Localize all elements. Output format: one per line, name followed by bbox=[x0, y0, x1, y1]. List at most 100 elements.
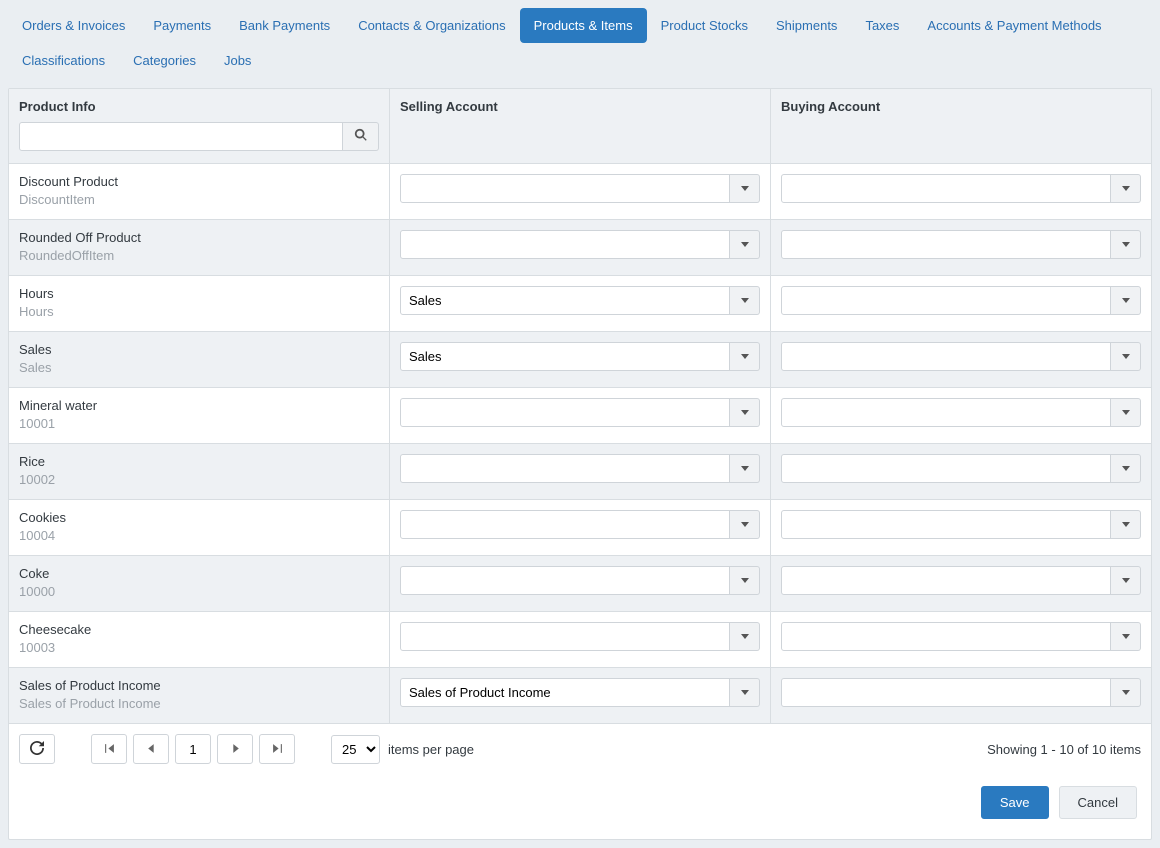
buying-account-input[interactable] bbox=[781, 398, 1111, 427]
buying-account-dropdown-button[interactable] bbox=[1111, 398, 1141, 427]
cancel-button[interactable]: Cancel bbox=[1059, 786, 1137, 819]
buying-account-input[interactable] bbox=[781, 510, 1111, 539]
tab-products-items[interactable]: Products & Items bbox=[520, 8, 647, 43]
tab-categories[interactable]: Categories bbox=[119, 43, 210, 78]
tab-contacts-organizations[interactable]: Contacts & Organizations bbox=[344, 8, 519, 43]
buying-account-dropdown-button[interactable] bbox=[1111, 342, 1141, 371]
selling-account-dropdown-button[interactable] bbox=[730, 678, 760, 707]
selling-account-input[interactable] bbox=[400, 454, 730, 483]
selling-account-dropdown-button[interactable] bbox=[730, 342, 760, 371]
selling-account-dropdown-button[interactable] bbox=[730, 622, 760, 651]
buying-account-dropdown-button[interactable] bbox=[1111, 174, 1141, 203]
selling-account-dropdown-button[interactable] bbox=[730, 454, 760, 483]
table-row: Rice 10002 bbox=[9, 444, 1151, 500]
buying-account-input[interactable] bbox=[781, 286, 1111, 315]
selling-account-input[interactable] bbox=[400, 678, 730, 707]
table-row: Mineral water10001 bbox=[9, 388, 1151, 444]
buying-account-dropdown-button[interactable] bbox=[1111, 622, 1141, 651]
selling-account-input[interactable] bbox=[400, 622, 730, 651]
tab-accounts-payment-methods[interactable]: Accounts & Payment Methods bbox=[913, 8, 1115, 43]
table-row: Sales Sales bbox=[9, 332, 1151, 388]
save-button[interactable]: Save bbox=[981, 786, 1049, 819]
tab-product-stocks[interactable]: Product Stocks bbox=[647, 8, 762, 43]
tab-orders-invoices[interactable]: Orders & Invoices bbox=[8, 8, 139, 43]
product-name: Rice bbox=[19, 454, 379, 469]
col-header-selling-account: Selling Account bbox=[400, 99, 760, 114]
search-button[interactable] bbox=[343, 122, 379, 151]
product-sub: Sales bbox=[19, 360, 379, 375]
search-icon bbox=[354, 128, 368, 145]
selling-account-input[interactable] bbox=[400, 230, 730, 259]
chevron-down-icon bbox=[741, 690, 749, 695]
tab-jobs[interactable]: Jobs bbox=[210, 43, 265, 78]
chevron-down-icon bbox=[741, 634, 749, 639]
product-name: Rounded Off Product bbox=[19, 230, 379, 245]
selling-account-input[interactable] bbox=[400, 566, 730, 595]
table-row: Rounded Off Product RoundedOffItem bbox=[9, 220, 1151, 276]
items-per-page-label: items per page bbox=[388, 742, 474, 757]
chevron-down-icon bbox=[1122, 578, 1130, 583]
selling-account-input[interactable] bbox=[400, 342, 730, 371]
buying-account-dropdown-button[interactable] bbox=[1111, 230, 1141, 259]
product-name: Mineral water bbox=[19, 398, 379, 413]
product-search-input[interactable] bbox=[19, 122, 343, 151]
buying-account-dropdown-button[interactable] bbox=[1111, 286, 1141, 315]
chevron-down-icon bbox=[1122, 242, 1130, 247]
pager-last-button[interactable] bbox=[259, 734, 295, 764]
selling-account-dropdown-button[interactable] bbox=[730, 510, 760, 539]
tab-taxes[interactable]: Taxes bbox=[851, 8, 913, 43]
pager-first-icon bbox=[104, 742, 115, 757]
tab-shipments[interactable]: Shipments bbox=[762, 8, 851, 43]
buying-account-input[interactable] bbox=[781, 622, 1111, 651]
buying-account-input[interactable] bbox=[781, 230, 1111, 259]
buying-account-input[interactable] bbox=[781, 454, 1111, 483]
tab-bank-payments[interactable]: Bank Payments bbox=[225, 8, 344, 43]
table-row: Cookies10004 bbox=[9, 500, 1151, 556]
showing-label: Showing 1 - 10 of 10 items bbox=[987, 742, 1141, 757]
selling-account-dropdown-button[interactable] bbox=[730, 230, 760, 259]
product-name: Sales bbox=[19, 342, 379, 357]
selling-account-input[interactable] bbox=[400, 174, 730, 203]
refresh-button[interactable] bbox=[19, 734, 55, 764]
items-per-page-select[interactable]: 25 bbox=[331, 735, 380, 764]
selling-account-dropdown-button[interactable] bbox=[730, 174, 760, 203]
table-row: Discount ProductDiscountItem bbox=[9, 164, 1151, 220]
chevron-down-icon bbox=[1122, 690, 1130, 695]
product-sub: RoundedOffItem bbox=[19, 248, 379, 263]
selling-account-dropdown-button[interactable] bbox=[730, 398, 760, 427]
chevron-down-icon bbox=[741, 522, 749, 527]
buying-account-dropdown-button[interactable] bbox=[1111, 510, 1141, 539]
pager-page-input[interactable] bbox=[175, 734, 211, 764]
buying-account-dropdown-button[interactable] bbox=[1111, 454, 1141, 483]
chevron-down-icon bbox=[1122, 298, 1130, 303]
chevron-down-icon bbox=[741, 354, 749, 359]
product-name: Hours bbox=[19, 286, 379, 301]
chevron-down-icon bbox=[741, 298, 749, 303]
selling-account-input[interactable] bbox=[400, 286, 730, 315]
table-footer: 25 items per page Showing 1 - 10 of 10 i… bbox=[9, 724, 1151, 774]
pager-prev-icon bbox=[146, 742, 157, 757]
table-row: Cheesecake10003 bbox=[9, 612, 1151, 668]
pager-prev-button[interactable] bbox=[133, 734, 169, 764]
buying-account-input[interactable] bbox=[781, 174, 1111, 203]
tab-classifications[interactable]: Classifications bbox=[8, 43, 119, 78]
chevron-down-icon bbox=[1122, 354, 1130, 359]
buying-account-input[interactable] bbox=[781, 678, 1111, 707]
buying-account-input[interactable] bbox=[781, 566, 1111, 595]
products-panel: Product Info Selling Account Buying Acco… bbox=[8, 88, 1152, 840]
tab-payments[interactable]: Payments bbox=[139, 8, 225, 43]
col-header-buying-account: Buying Account bbox=[781, 99, 1141, 114]
product-sub: 10002 bbox=[19, 472, 379, 487]
selling-account-dropdown-button[interactable] bbox=[730, 286, 760, 315]
pager-first-button[interactable] bbox=[91, 734, 127, 764]
chevron-down-icon bbox=[741, 578, 749, 583]
pager-next-button[interactable] bbox=[217, 734, 253, 764]
buying-account-dropdown-button[interactable] bbox=[1111, 566, 1141, 595]
selling-account-dropdown-button[interactable] bbox=[730, 566, 760, 595]
buying-account-input[interactable] bbox=[781, 342, 1111, 371]
refresh-icon bbox=[30, 741, 44, 758]
pager bbox=[91, 734, 295, 764]
buying-account-dropdown-button[interactable] bbox=[1111, 678, 1141, 707]
selling-account-input[interactable] bbox=[400, 510, 730, 539]
selling-account-input[interactable] bbox=[400, 398, 730, 427]
